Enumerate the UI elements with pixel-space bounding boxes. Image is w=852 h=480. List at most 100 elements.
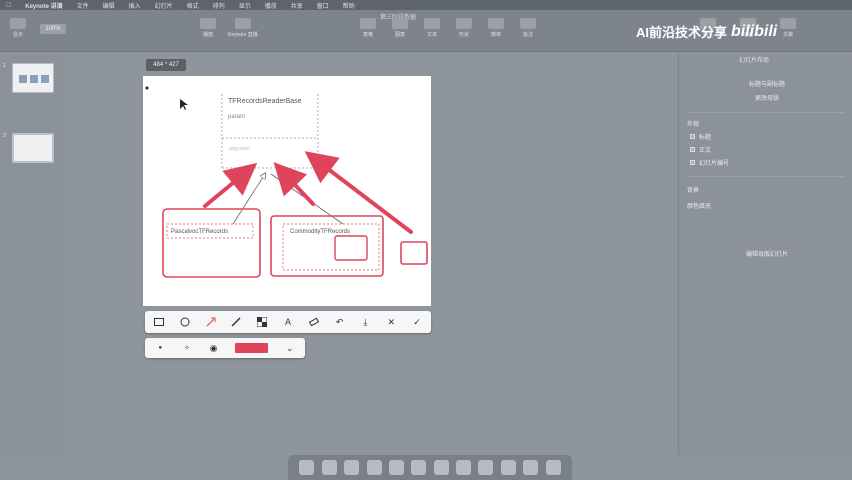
base-class-name: TFRecordsReaderBase [228,98,302,105]
text-icon [424,18,440,29]
title-checkbox-label: 标题 [699,135,712,141]
table-label: 表格 [362,32,373,38]
dot-small-icon[interactable]: ● [155,342,166,354]
thumb-shape [41,75,49,83]
rectangle-tool-icon[interactable] [153,316,165,328]
text-button[interactable]: 文本 [424,18,440,38]
play-label: 播放 [202,32,213,38]
view-label: 显示 [12,32,23,38]
dot-large-icon[interactable]: ◉ [208,342,219,354]
table-button[interactable]: 表格 [360,18,376,38]
close-icon[interactable]: ✕ [385,316,397,328]
menu-item-insert[interactable]: 插入 [129,1,141,10]
zoom-select[interactable]: 100% [40,24,66,34]
cursor-dot [145,86,149,90]
base-class-box[interactable] [221,94,319,169]
menu-item-window[interactable]: 窗口 [317,1,329,10]
apple-icon[interactable]:  [6,2,11,9]
comment-label: 批注 [522,32,533,38]
mosaic-tool-icon[interactable] [256,316,268,328]
shape-button[interactable]: 形状 [456,18,472,38]
menu-item-format[interactable]: 格式 [187,1,199,10]
slide-thumbnail-2[interactable] [12,133,54,163]
appearance-label: 外观 [687,122,700,128]
slide-navigator: 1 2 [0,53,64,455]
document-button[interactable]: 文稿 [780,18,796,38]
photos-icon[interactable] [388,460,404,475]
body-checkbox[interactable]: 正文 [690,145,711,154]
chart-label: 图表 [394,32,405,38]
mouse-cursor [180,99,188,110]
menu-item-share[interactable]: 共享 [291,1,303,10]
thumb-shape [30,75,38,83]
annotation-arrow-3 [304,151,413,234]
mail-icon[interactable] [366,460,382,475]
menu-item-slide[interactable]: 幻灯片 [155,1,173,10]
slide-canvas[interactable]: TFRecordsReaderBase param args:nenr Pasc… [143,76,431,306]
edit-master-button[interactable]: 编辑母版幻灯片 [693,247,841,259]
media-icon [488,18,504,29]
menu-app-name[interactable]: Keynote 讲演 [25,1,62,10]
document-icon [780,18,796,29]
keynote-icon[interactable] [411,460,427,475]
ellipse-tool-icon[interactable] [179,316,191,328]
keynote-live-icon [234,18,251,29]
menu-item-play[interactable]: 播放 [265,1,277,10]
pen-tool-icon[interactable] [230,316,242,328]
table-icon [360,18,376,29]
menu-item-help[interactable]: 帮助 [343,1,355,10]
bilibili-logo: bilibili [731,22,778,40]
save-icon[interactable]: ⤓ [360,316,372,328]
chevron-down-icon[interactable]: ⌄ [284,342,295,354]
menu-item-edit[interactable]: 编辑 [103,1,115,10]
slide-thumbnail-1[interactable] [12,63,54,93]
view-button[interactable]: 显示 [10,18,26,38]
text-tool-icon[interactable]: A [282,316,294,328]
watermark-text: AI前沿技术分享 [636,25,728,40]
eraser-tool-icon[interactable] [308,316,320,328]
layout-select[interactable]: 标题与副标题 [693,77,841,89]
side-highlight-box[interactable] [400,241,428,265]
annotation-arrow-2 [273,162,315,206]
finder-icon[interactable] [299,460,315,475]
notes-icon[interactable] [478,460,494,475]
undo-icon[interactable]: ↶ [334,316,346,328]
slide-number: 2 [3,133,6,139]
confirm-icon[interactable]: ✓ [411,316,423,328]
menu-bar:  Keynote 讲演 文件 编辑 插入 幻灯片 格式 排列 显示 播放 共享… [0,0,852,10]
slide-number-checkbox-label: 幻灯片编号 [699,161,730,167]
dot-medium-icon[interactable]: ✧ [182,342,193,354]
calculator-icon[interactable] [523,460,539,475]
slide-number-checkbox[interactable]: 幻灯片编号 [690,158,729,167]
settings-icon[interactable] [500,460,516,475]
change-master-button[interactable]: 更改母版 [693,91,841,103]
comment-button[interactable]: 批注 [520,18,536,38]
text-label: 文本 [426,32,437,38]
safari-icon[interactable] [344,460,360,475]
menu-item-file[interactable]: 文件 [77,1,89,10]
keynote-live-button[interactable]: Keynote 直播 [228,18,258,38]
inspector-panel: 幻灯片布局 标题与副标题 更改母版 外观 背景 颜色填充 编辑母版幻灯片 [678,53,852,455]
media-label: 媒体 [490,32,501,38]
media-button[interactable]: 媒体 [488,18,504,38]
launchpad-icon[interactable] [321,460,337,475]
commodity-highlight-box[interactable] [270,215,384,277]
pycharm-icon[interactable] [433,460,449,475]
pascal-highlight-box[interactable] [162,208,261,278]
trash-icon[interactable] [545,460,561,475]
play-button[interactable]: 播放 [200,18,216,38]
pascal-class-name: PascalvocTFRecords [171,229,229,235]
arrow-tool-icon[interactable] [205,316,217,328]
watermark: AI前沿技术分享 bilibili [636,22,777,41]
base-class-args: args:nenr [229,146,251,152]
checkbox-icon [690,147,695,152]
menu-item-arrange[interactable]: 排列 [213,1,225,10]
title-checkbox[interactable]: 标题 [690,132,711,141]
menu-item-view[interactable]: 显示 [239,1,251,10]
fill-label: 颜色填充 [687,204,712,210]
chart-button[interactable]: 图表 [392,18,408,38]
color-swatch[interactable] [234,343,269,353]
background-label: 背景 [687,188,700,194]
terminal-icon[interactable] [456,460,471,475]
slide-diagram [145,86,428,278]
